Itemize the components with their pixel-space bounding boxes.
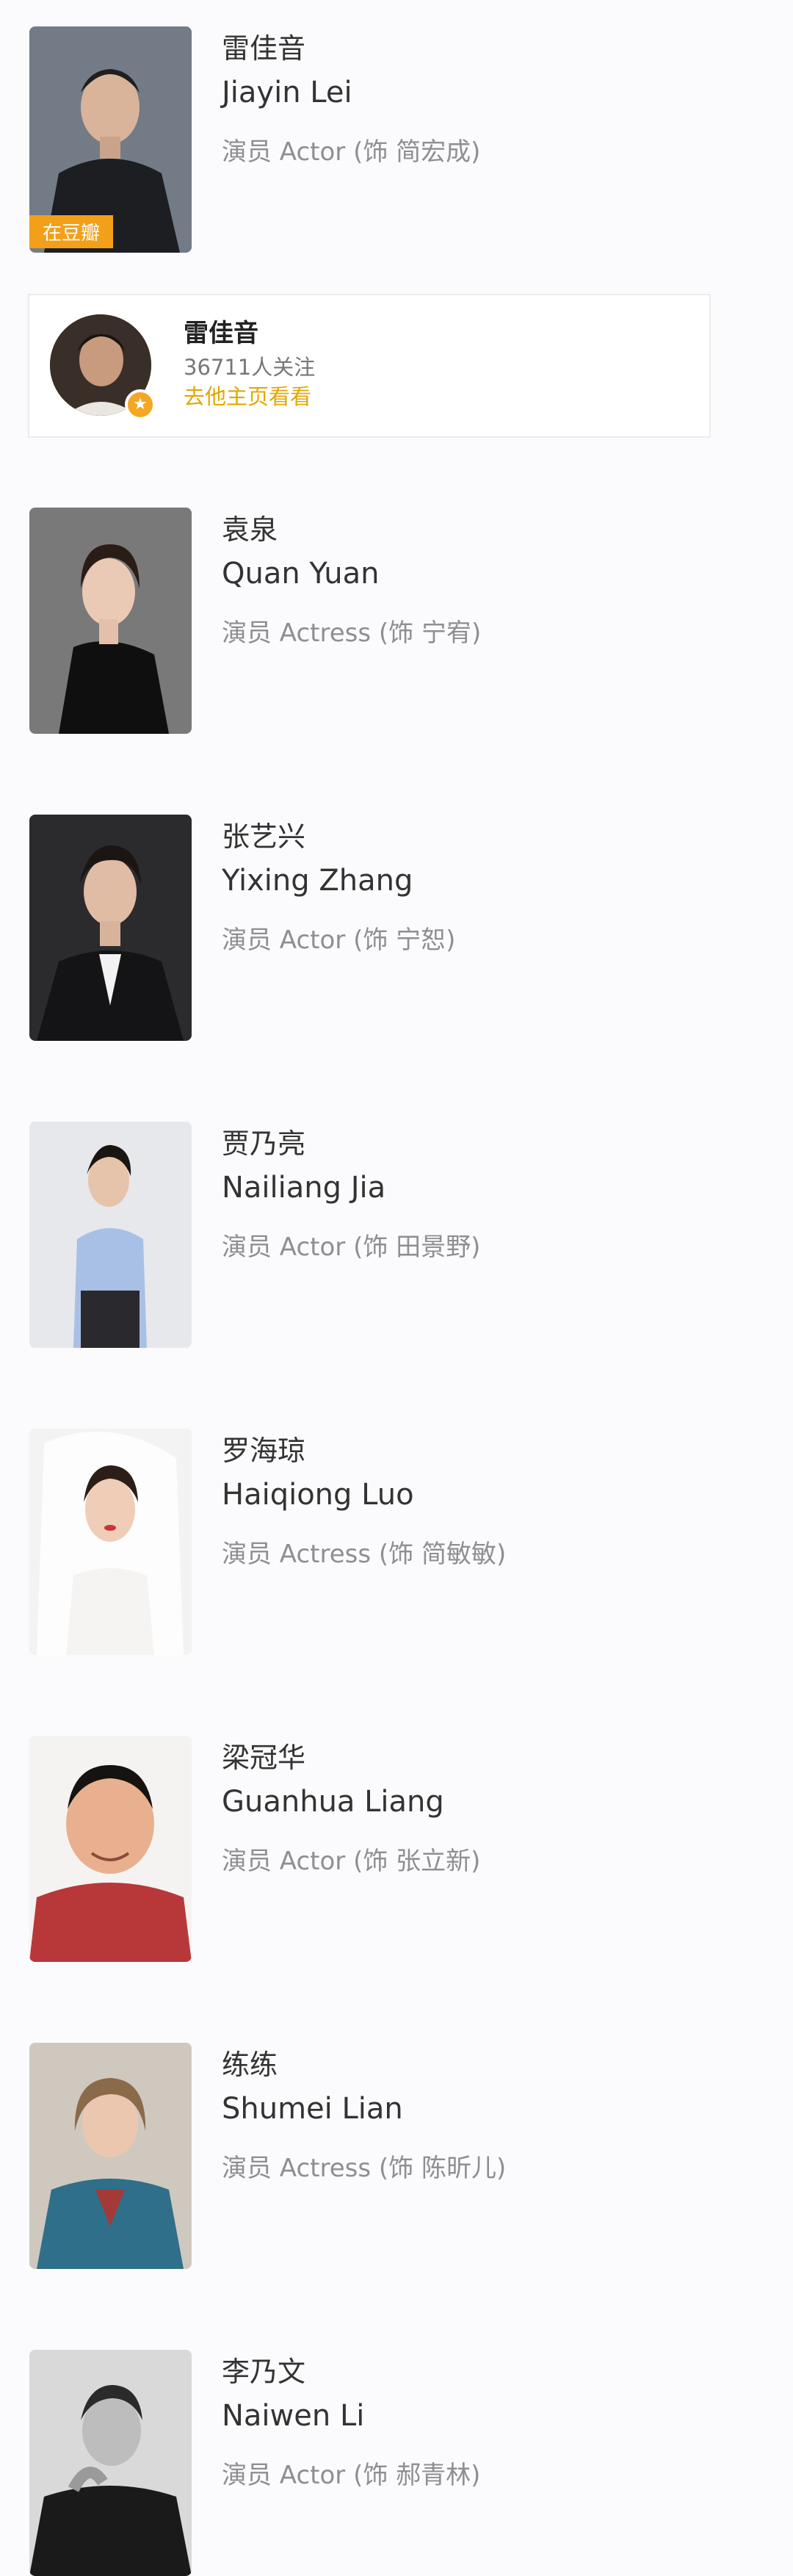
actor-name-en[interactable]: Naiwen Li [222,2394,480,2438]
actor-photo[interactable] [29,508,192,734]
actor-photo-image [29,1429,192,1655]
actor-name-en[interactable]: Quan Yuan [222,552,481,596]
actor-photo-image [29,508,192,734]
follower-count: 36711人关注 [184,355,316,380]
actor-name-cn[interactable]: 罗海琼 [222,1432,506,1470]
cast-page: 在豆瓣 雷佳音 Jiayin Lei 演员 Actor (饰 简宏成) ★ 雷佳… [0,0,793,2576]
actor-name-cn[interactable]: 练练 [222,2046,506,2084]
follow-text: 雷佳音 36711人关注 去他主页看看 [184,316,315,411]
actor-name-en[interactable]: Yixing Zhang [222,859,455,903]
actor-info: 袁泉 Quan Yuan 演员 Actress (饰 宁宥) [222,508,481,652]
actor-role: 演员 Actor (饰 张立新) [222,1847,481,1876]
actor-role: 演员 Actress (饰 宁宥) [222,618,482,648]
actor-photo[interactable] [29,2350,192,2576]
actor-photo[interactable] [29,2043,192,2269]
actor-name-cn[interactable]: 袁泉 [222,510,481,549]
actor-role: 演员 Actor (饰 田景野) [222,1233,481,1262]
star-icon: ★ [125,389,156,420]
cast-item-guanhua-liang[interactable]: 梁冠华 Guanhua Liang 演员 Actor (饰 张立新) [29,1736,764,1962]
actor-name-cn[interactable]: 雷佳音 [222,29,480,68]
actor-name-en[interactable]: Jiayin Lei [222,71,480,115]
cast-item-haiqiong-luo[interactable]: 罗海琼 Haiqiong Luo 演员 Actress (饰 简敏敏) [29,1429,764,1655]
cast-item-quan-yuan[interactable]: 袁泉 Quan Yuan 演员 Actress (饰 宁宥) [29,508,764,734]
cast-item-jiayin-lei[interactable]: 在豆瓣 雷佳音 Jiayin Lei 演员 Actor (饰 简宏成) [29,26,764,253]
actor-info: 贾乃亮 Nailiang Jia 演员 Actor (饰 田景野) [222,1122,480,1266]
actor-name-en[interactable]: Guanhua Liang [222,1780,480,1824]
actor-info: 梁冠华 Guanhua Liang 演员 Actor (饰 张立新) [222,1736,480,1880]
cast-item-nailiang-jia[interactable]: 贾乃亮 Nailiang Jia 演员 Actor (饰 田景野) [29,1122,764,1348]
actor-photo[interactable] [29,1429,192,1655]
actor-photo[interactable] [29,1736,192,1962]
actor-role: 演员 Actor (饰 简宏成) [222,137,481,167]
actor-name-en[interactable]: Nailiang Jia [222,1166,480,1210]
actor-photo[interactable]: 在豆瓣 [29,26,192,253]
actor-info: 罗海琼 Haiqiong Luo 演员 Actress (饰 简敏敏) [222,1429,506,1573]
actor-info: 张艺兴 Yixing Zhang 演员 Actor (饰 宁恕) [222,815,455,959]
cast-item-yixing-zhang[interactable]: 张艺兴 Yixing Zhang 演员 Actor (饰 宁恕) [29,815,764,1041]
actor-photo-image [29,1122,192,1348]
actor-info: 李乃文 Naiwen Li 演员 Actor (饰 郝青林) [222,2350,480,2494]
actor-role: 演员 Actor (饰 宁恕) [222,926,456,955]
actor-photo-image [29,2350,192,2576]
actor-photo-image [29,815,192,1041]
actor-photo[interactable] [29,815,192,1041]
actor-name-cn[interactable]: 梁冠华 [222,1739,480,1777]
actor-photo-image [29,1736,192,1962]
actor-name-en[interactable]: Haiqiong Luo [222,1473,506,1517]
actor-info: 练练 Shumei Lian 演员 Actress (饰 陈昕儿) [222,2043,506,2187]
actor-role: 演员 Actor (饰 郝青林) [222,2461,481,2490]
cast-item-naiwen-li[interactable]: 李乃文 Naiwen Li 演员 Actor (饰 郝青林) [29,2350,764,2576]
actor-photo-image [29,2043,192,2269]
actor-name-cn[interactable]: 贾乃亮 [222,1125,480,1163]
actor-role: 演员 Actress (饰 陈昕儿) [222,2154,507,2183]
actor-photo[interactable] [29,1122,192,1348]
actor-name-cn[interactable]: 张艺兴 [222,818,455,856]
follow-card[interactable]: ★ 雷佳音 36711人关注 去他主页看看 [28,294,711,438]
actor-info: 雷佳音 Jiayin Lei 演员 Actor (饰 简宏成) [222,26,480,170]
actor-name-en[interactable]: Shumei Lian [222,2087,506,2131]
actor-role: 演员 Actress (饰 简敏敏) [222,1540,507,1569]
follow-name[interactable]: 雷佳音 [184,316,315,351]
actor-name-cn[interactable]: 李乃文 [222,2353,480,2391]
douban-badge[interactable]: 在豆瓣 [29,215,114,248]
cast-item-shumei-lian[interactable]: 练练 Shumei Lian 演员 Actress (饰 陈昕儿) [29,2043,764,2269]
profile-link[interactable]: 去他主页看看 [184,382,315,411]
